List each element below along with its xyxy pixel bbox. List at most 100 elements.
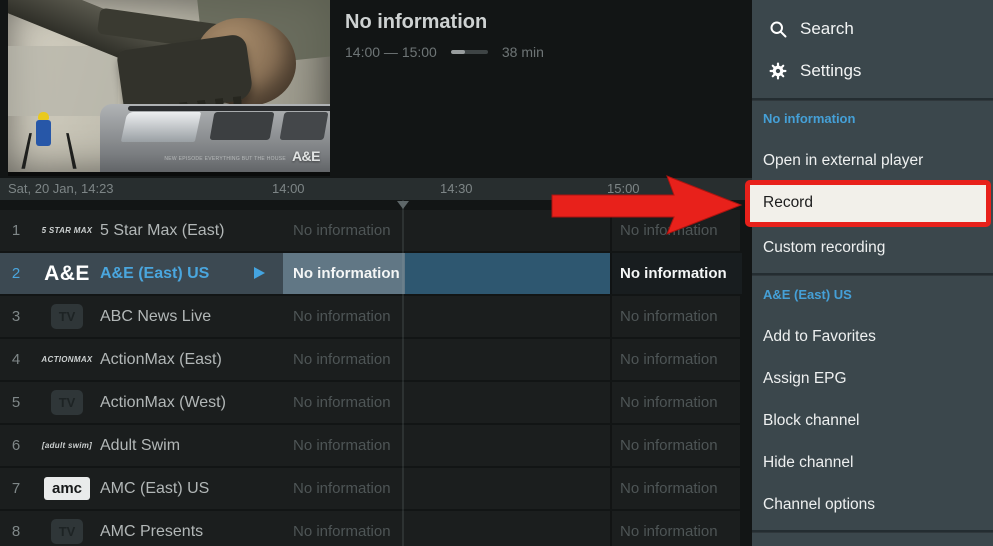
menu-item-custom-recording[interactable]: Custom recording [752,227,993,269]
channel-name: 5 Star Max (East) [100,222,225,239]
epg-cell-next[interactable]: No information [610,210,742,251]
epg-row[interactable]: 3 TV ABC News Live No information No informa… [0,296,740,337]
epg-cell-next[interactable]: No information [610,425,742,466]
tick-label: 14:30 [440,181,473,196]
epg-cell-current[interactable]: No information [283,253,610,294]
epg-cell-label: No information [620,394,718,411]
menu-item-assign-epg[interactable]: Assign EPG [752,358,993,400]
channel-logo-text: [adult swim] [41,441,93,450]
menu-divider [752,273,993,276]
menu-item-add-to-favorites[interactable]: Add to Favorites [752,316,993,358]
menu-item-label: Record [763,194,813,211]
menu-item-label: Add to Favorites [763,328,876,345]
channel-number: 8 [11,523,21,540]
program-title: No information [345,11,488,33]
epg-row[interactable]: 4 ACTIONMAX ActionMax (East) No information… [0,339,740,380]
video-caption: NEW EPISODE EVERYTHING BUT THE HOUSE [164,156,286,162]
epg-row[interactable]: 1 5 STAR MAX 5 Star Max (East) No informati… [0,210,740,251]
channel-number: 4 [11,351,21,368]
epg-cell-current[interactable]: No information [283,382,610,423]
epg-cell-label: No information [620,351,718,368]
menu-item-settings[interactable]: Settings [752,50,993,92]
menu-item-record-highlighted[interactable]: Record [745,180,991,227]
epg-row[interactable]: 5 TV ActionMax (West) No information No info… [0,382,740,423]
epg-cell-next[interactable]: No information [610,468,742,509]
epg-row[interactable]: 6 [adult swim] Adult Swim No information No … [0,425,740,466]
gear-icon [768,61,788,81]
channel-name: A&E (East) US [100,265,210,282]
channel-logo: TV [40,386,94,419]
channel-number: 7 [11,480,21,497]
epg-cell-current[interactable]: No information [283,511,610,546]
timeline-bar: Sat, 20 Jan, 14:23 14:00 14:30 15:00 [0,178,752,200]
menu-item-label: Custom recording [763,239,886,256]
epg-main: NEW EPISODE EVERYTHING BUT THE HOUSE A&E… [0,0,752,546]
menu-divider [752,98,993,101]
epg-cell-label: No information [620,480,718,497]
epg-cell-label: No information [620,308,718,325]
channel-logo-text: 5 STAR MAX [41,226,93,235]
menu-item-open-in-external-player[interactable]: Open in external player [752,140,993,182]
epg-cell-current[interactable]: No information [283,296,610,337]
channel-number: 5 [11,394,21,411]
epg-cell-label: No information [293,222,391,239]
epg-cell-next[interactable]: No information [610,253,742,294]
menu-item-search[interactable]: Search [752,8,993,50]
video-preview[interactable]: NEW EPISODE EVERYTHING BUT THE HOUSE A&E [8,0,330,176]
epg-cell-label: No information [620,523,718,540]
epg-cell-label: No information [293,523,391,540]
menu-item-hide-channel[interactable]: Hide channel [752,442,993,484]
menu-section-header: A&E (East) US [763,287,852,302]
channel-name: ABC News Live [100,308,212,325]
date-label: Sat, 20 Jan, 14:23 [8,181,114,196]
tick-label: 15:00 [607,181,640,196]
program-meta: 14:00 — 15:00 38 min [345,44,544,60]
menu-item-channel-options[interactable]: Channel options [752,484,993,526]
channel-logo: TV [40,300,94,333]
epg-row[interactable]: 8 TV AMC Presents No information No informat… [0,511,740,546]
epg-cell-label: No information [293,351,391,368]
channel-name: ActionMax (East) [100,351,222,368]
channel-logo-text: A&E [44,261,90,285]
menu-item-label: Assign EPG [763,370,847,387]
progress-bar [450,50,488,54]
epg-row[interactable]: 7 amc AMC (East) US No information No inform… [0,468,740,509]
channel-logo-text: TV [50,390,84,415]
channel-name: Adult Swim [100,437,181,454]
remaining-highlight [404,253,610,294]
epg-cell-current[interactable]: No information [283,339,610,380]
search-icon [768,19,788,39]
epg-cell-label: No information [293,265,400,282]
channel-number: 2 [11,265,21,282]
tivimate-app: NEW EPISODE EVERYTHING BUT THE HOUSE A&E… [0,0,993,546]
channel-logo: 5 STAR MAX [40,214,94,247]
video-art-windshield [120,112,202,142]
channel-logo-text: TV [50,519,84,544]
epg-cell-label: No information [620,222,718,239]
epg-row[interactable]: 2 A&E A&E (East) US No information No inform… [0,253,742,294]
video-art-worker [36,120,51,146]
menu-item-label: Settings [800,61,862,80]
epg-cell-next[interactable]: No information [610,296,742,337]
epg-cell-next[interactable]: No information [610,382,742,423]
menu-section-header: No information [763,111,856,126]
video-art-roof-rail [128,106,330,111]
epg-cell-current[interactable]: No information [283,425,610,466]
epg-cell-next[interactable]: No information [610,339,742,380]
epg-cell-next[interactable]: No information [610,511,742,546]
channel-name: AMC (East) US [100,480,210,497]
channel-logo: amc [40,472,94,505]
epg-cell-label: No information [293,480,391,497]
epg-cell-current[interactable]: No information [283,468,610,509]
menu-item-label: Channel options [763,496,876,513]
video-art-wall [8,46,118,116]
program-time-range: 14:00 — 15:00 [345,44,437,60]
channel-name: AMC Presents [100,523,204,540]
channel-logo-text: TV [50,304,84,329]
channel-name: ActionMax (West) [100,394,226,411]
channel-number: 3 [11,308,21,325]
channel-number: 1 [11,222,21,239]
epg-cell-current[interactable]: No information [283,210,610,251]
epg-cell-label: No information [293,308,391,325]
menu-item-block-channel[interactable]: Block channel [752,400,993,442]
